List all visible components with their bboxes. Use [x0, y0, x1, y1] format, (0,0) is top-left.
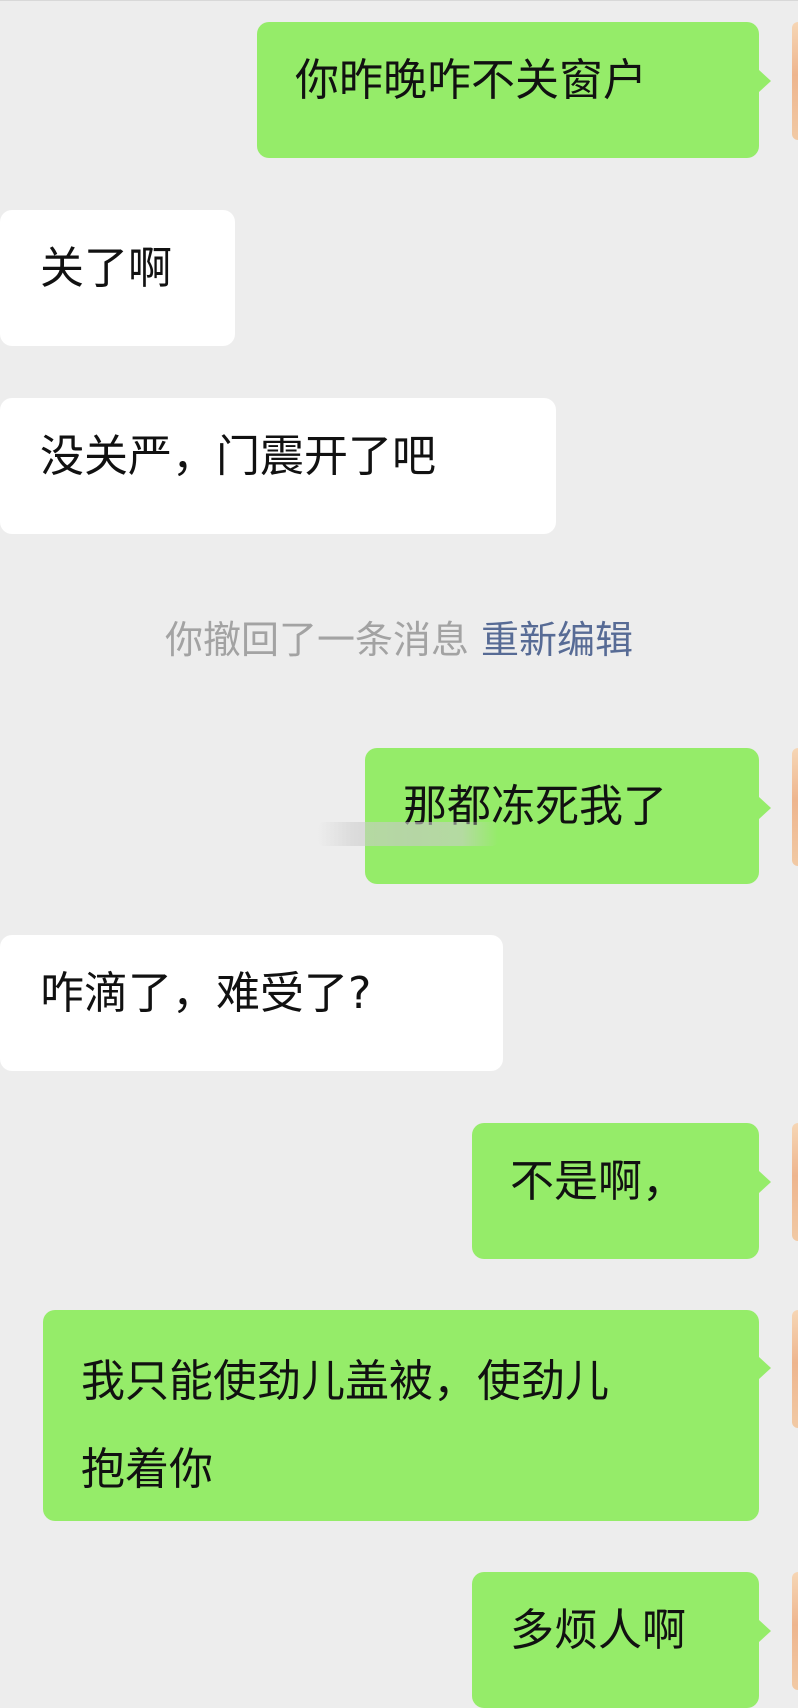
message-text: 咋滴了，难受了?: [40, 968, 372, 1019]
re-edit-link[interactable]: 重新编辑: [481, 618, 633, 662]
watermark-overlay: [318, 822, 498, 846]
top-divider: [0, 0, 798, 1]
my-avatar[interactable]: [792, 22, 798, 140]
bubble-tail: [759, 797, 771, 819]
my-message-bubble[interactable]: 我只能使劲儿盖被，使劲儿 抱着你: [43, 1310, 759, 1521]
recall-notice: 你撤回了一条消息 重新编辑: [0, 610, 798, 670]
my-message-bubble[interactable]: 多烦人啊: [472, 1572, 759, 1708]
message-text: 没关严，门震开了吧: [40, 431, 436, 482]
my-avatar[interactable]: [792, 1123, 798, 1241]
my-message-bubble[interactable]: 那都冻死我了: [365, 748, 759, 884]
bubble-tail: [759, 1620, 771, 1642]
their-message-bubble[interactable]: 关了啊: [0, 210, 235, 346]
message-text: 你昨晚咋不关窗户: [295, 55, 647, 106]
my-message-bubble[interactable]: 你昨晚咋不关窗户: [257, 22, 759, 158]
my-avatar[interactable]: [792, 748, 798, 866]
their-message-bubble[interactable]: 没关严，门震开了吧: [0, 398, 556, 534]
my-message-bubble[interactable]: 不是啊，: [472, 1123, 759, 1259]
bubble-tail: [759, 70, 771, 92]
message-text-line: 我只能使劲儿盖被，使劲儿: [81, 1356, 609, 1407]
message-text: 多烦人啊: [510, 1605, 686, 1656]
message-text-line: 抱着你: [81, 1444, 213, 1495]
their-message-bubble[interactable]: 咋滴了，难受了?: [0, 935, 503, 1071]
bubble-tail: [759, 1357, 771, 1379]
bubble-tail: [759, 1171, 771, 1193]
message-text: 不是啊，: [510, 1156, 686, 1207]
my-avatar[interactable]: [792, 1572, 798, 1690]
recall-notice-text: 你撤回了一条消息: [164, 618, 469, 662]
my-avatar[interactable]: [792, 1310, 798, 1428]
message-text: 关了啊: [40, 243, 172, 294]
